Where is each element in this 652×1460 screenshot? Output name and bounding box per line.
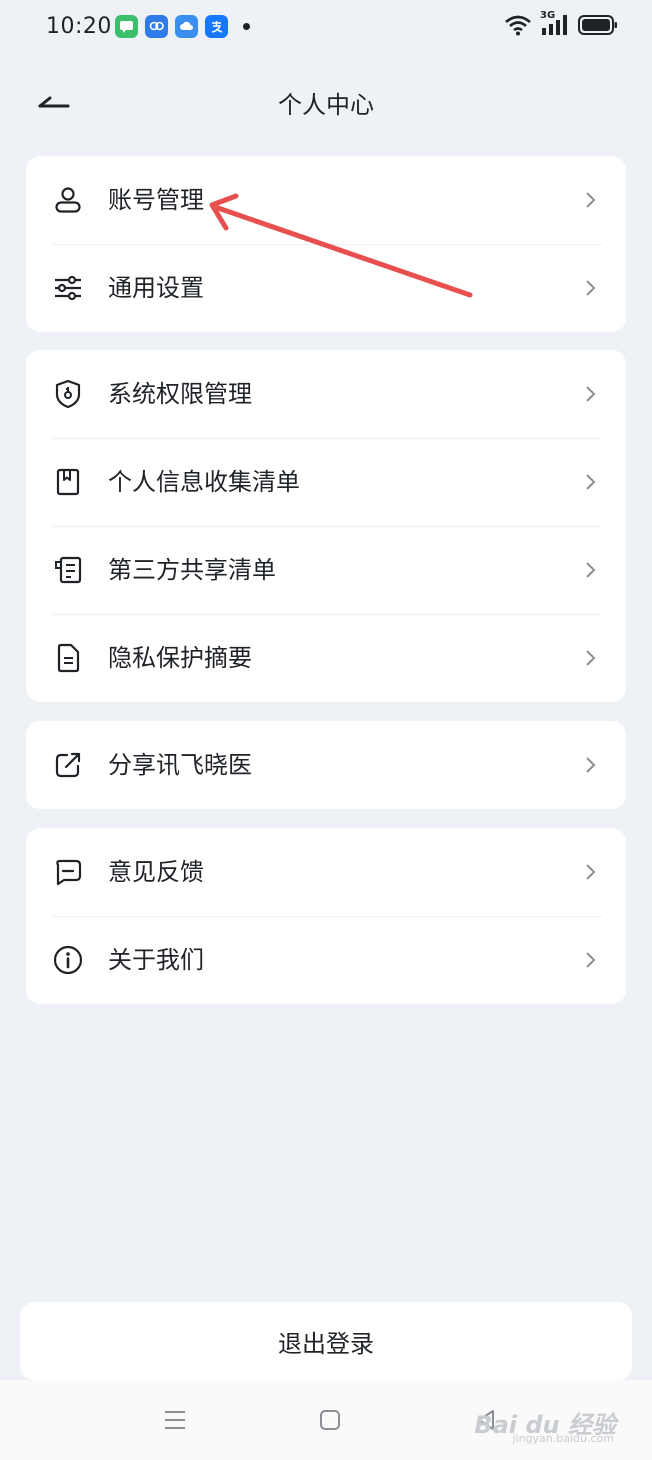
menu-item-system-permissions[interactable]: 系统权限管理 (26, 350, 626, 438)
menu-item-label: 第三方共享清单 (108, 556, 276, 584)
menu-item-label: 通用设置 (108, 274, 204, 302)
support-card: 意见反馈 关于我们 (26, 828, 626, 1004)
alipay-app-icon (205, 15, 228, 38)
privacy-card: 系统权限管理 个人信息收集清单 第三方共享清单 隐私保护摘要 (26, 350, 626, 702)
cloud-app-icon (175, 15, 198, 38)
menu-item-label: 系统权限管理 (108, 380, 252, 408)
share-card: 分享讯飞晓医 (26, 721, 626, 809)
user-icon (55, 187, 81, 213)
status-right: 3G (504, 10, 618, 36)
chevron-right-icon (586, 952, 596, 968)
logout-label: 退出登录 (278, 1329, 374, 1358)
status-time: 10:20 (46, 14, 112, 39)
wifi-icon (505, 15, 531, 36)
chevron-right-icon (586, 386, 596, 402)
home-square-icon (320, 1410, 340, 1430)
sliders-icon (55, 275, 81, 301)
nav-home-button[interactable] (312, 1402, 348, 1438)
notification-icons (115, 15, 250, 38)
menu-item-share-app[interactable]: 分享讯飞晓医 (26, 721, 626, 809)
share-icon (55, 752, 81, 778)
shield-icon (55, 379, 81, 409)
status-bar: 10:20 3G (0, 0, 652, 56)
menu-item-label: 分享讯飞晓医 (108, 751, 252, 779)
feedback-icon (56, 859, 82, 886)
chevron-right-icon (586, 474, 596, 490)
menu-item-account-management[interactable]: 账号管理 (26, 156, 626, 244)
menu-item-label: 个人信息收集清单 (108, 468, 300, 496)
document-icon (57, 643, 80, 673)
battery-icon (578, 15, 617, 35)
nav-menu-button[interactable] (157, 1402, 193, 1438)
chevron-right-icon (586, 280, 596, 296)
message-app-icon (115, 15, 138, 38)
chevron-right-icon (586, 757, 596, 773)
menu-item-general-settings[interactable]: 通用设置 (26, 244, 626, 332)
menu-item-third-party-sharing[interactable]: 第三方共享清单 (26, 526, 626, 614)
chat-app-icon (145, 15, 168, 38)
page-title: 个人中心 (278, 91, 374, 119)
bookmark-doc-icon (56, 468, 80, 496)
cellular-signal-icon: 3G (540, 10, 570, 36)
more-notifications-dot (243, 23, 250, 30)
header: 个人中心 (0, 70, 652, 130)
menu-item-about-us[interactable]: 关于我们 (26, 916, 626, 1004)
menu-item-label: 意见反馈 (108, 858, 204, 886)
menu-icon (165, 1411, 185, 1429)
menu-item-personal-info-list[interactable]: 个人信息收集清单 (26, 438, 626, 526)
menu-item-label: 隐私保护摘要 (108, 644, 252, 672)
menu-item-label: 账号管理 (108, 186, 204, 214)
info-icon (53, 945, 83, 975)
menu-item-privacy-summary[interactable]: 隐私保护摘要 (26, 614, 626, 702)
account-settings-card: 账号管理 通用设置 (26, 156, 626, 332)
chevron-right-icon (586, 650, 596, 666)
share-list-icon (55, 556, 82, 584)
chevron-right-icon (586, 562, 596, 578)
chevron-right-icon (586, 192, 596, 208)
menu-item-label: 关于我们 (108, 946, 204, 974)
logout-button[interactable]: 退出登录 (20, 1302, 632, 1380)
watermark-url: jingyan.baidu.com (512, 1432, 614, 1445)
menu-item-feedback[interactable]: 意见反馈 (26, 828, 626, 916)
chevron-right-icon (586, 864, 596, 880)
